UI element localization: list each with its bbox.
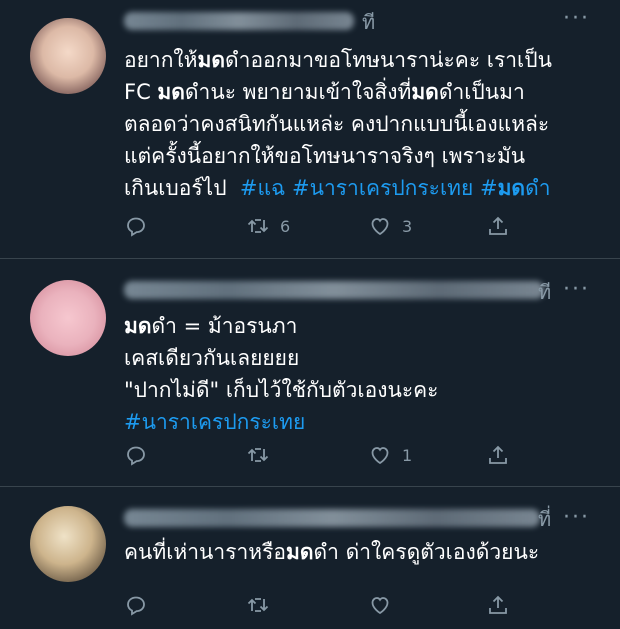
like-icon [371,218,389,236]
text-segment: FC [124,80,158,104]
tweet-actions: 1 [124,439,524,471]
text-line: FC มดดำนะ พยายามเข้าใจสิ่งที่มดดำเป็นมา [124,76,552,108]
share-button[interactable] [486,210,510,242]
tweet-2[interactable]: ที ··· มดดำ = ม้าอรนภา เคสเดียวกันเลยยยย… [0,259,620,485]
text-line: แต่ครั้งนี้อยากให้ขอโทษนาราจริงๆ เพราะมั… [124,140,552,172]
tweet-1[interactable]: ที ··· อยากให้มดดำออกมาขอโทษนาราน่ะคะ เร… [0,0,620,258]
avatar[interactable] [30,506,106,582]
like-count: 1 [402,445,413,465]
hashtag-part: ดำ [525,176,551,200]
share-icon [489,595,507,614]
more-icon[interactable]: ··· [563,507,590,529]
like-count: 3 [402,216,413,236]
text-segment: คนที่เห่านาราหรือ [124,540,287,564]
avatar[interactable] [30,280,106,356]
tweet-text: คนที่เห่านาราหรือมดดำ ด่าใครดูตัวเองด้วย… [124,536,539,568]
text-segment: ดำ = ม้าอรนภา [151,314,298,338]
share-icon [489,216,507,235]
text-line: อยากให้มดดำออกมาขอโทษนาราน่ะคะ เราเป็น [124,44,552,76]
retweet-count: 6 [280,216,291,236]
hashtag-link[interactable]: #นาราเครปกระเทย [292,176,473,200]
retweet-icon [247,598,269,612]
reply-icon [127,446,145,466]
text-segment: ดำ ด่าใครดูตัวเองด้วยนะ [313,540,540,564]
hashtag-bold-part: มด [497,176,526,200]
text-segment: อยากให้ [124,48,198,72]
text-segment: เกินเบอร์ไป [124,176,227,200]
reply-icon [127,217,145,237]
like-button[interactable]: 1 [368,439,412,471]
share-button[interactable] [486,589,510,621]
text-line: คนที่เห่านาราหรือมดดำ ด่าใครดูตัวเองด้วย… [124,536,539,568]
retweet-button[interactable] [246,589,270,621]
text-segment-bold: มด [411,80,439,104]
text-segment: ตลอดว่าคงสนิทกันแหล่ะ คงปากแบบนี้เองแหล่… [124,112,550,136]
text-segment: แต่ครั้งนี้อยากให้ขอโทษนาราจริงๆ เพราะมั… [124,144,526,168]
text-line: ตลอดว่าคงสนิทกันแหล่ะ คงปากแบบนี้เองแหล่… [124,108,552,140]
retweet-icon [247,219,269,233]
like-icon [371,447,389,465]
author-name-blurred[interactable] [124,509,540,527]
reply-button[interactable] [124,589,148,621]
hashtag-link[interactable]: #นาราเครปกระเทย [124,406,438,438]
hashtag-prefix: # [479,176,498,200]
text-segment-bold: มด [286,540,314,564]
reply-icon [127,596,145,616]
retweet-button[interactable] [246,439,270,471]
text-segment: ดำเป็นมา [438,80,525,104]
reply-button[interactable] [124,439,148,471]
timestamp[interactable]: ที [362,6,375,38]
text-segment-bold: มด [124,314,152,338]
text-line: "ปากไม่ดี" เก็บไว้ใช้กับตัวเองนะคะ [124,378,439,402]
text-segment: ดำออกมาขอโทษนาราน่ะคะ เราเป็น [225,48,552,72]
text-line: มดดำ = ม้าอรนภา [124,310,438,342]
share-icon [489,445,507,464]
timestamp[interactable]: ที [538,276,551,308]
text-segment-bold: มด [157,80,185,104]
author-name-blurred[interactable] [124,281,544,299]
tweet-text: มดดำ = ม้าอรนภา เคสเดียวกันเลยยยย "ปากไม… [124,310,438,438]
tweet-actions: 6 3 [124,210,524,242]
avatar[interactable] [30,18,106,94]
timestamp[interactable]: ที่ [538,503,551,535]
reply-button[interactable] [124,210,148,242]
retweet-button[interactable]: 6 [246,210,290,242]
like-button[interactable] [368,589,392,621]
more-icon[interactable]: ··· [563,8,590,30]
text-line: เคสเดียวกันเลยยยย [124,346,300,370]
tweet-actions [124,589,524,621]
hashtag-link[interactable]: #แฉ [240,176,285,200]
tweet-3[interactable]: ที่ ··· คนที่เห่านาราหรือมดดำ ด่าใครดูตั… [0,487,620,629]
text-line: เกินเบอร์ไป #แฉ #นาราเครปกระเทย #มดดำ [124,172,552,204]
text-segment: ดำนะ พยายามเข้าใจสิ่งที่ [184,80,412,104]
more-icon[interactable]: ··· [563,279,590,301]
hashtag-link[interactable]: #มดดำ [480,176,551,200]
author-name-blurred[interactable] [124,12,354,30]
share-button[interactable] [486,439,510,471]
like-icon [371,597,389,615]
tweet-text: อยากให้มดดำออกมาขอโทษนาราน่ะคะ เราเป็น F… [124,44,552,204]
retweet-icon [247,448,269,462]
text-segment-bold: มด [197,48,226,72]
like-button[interactable]: 3 [368,210,412,242]
